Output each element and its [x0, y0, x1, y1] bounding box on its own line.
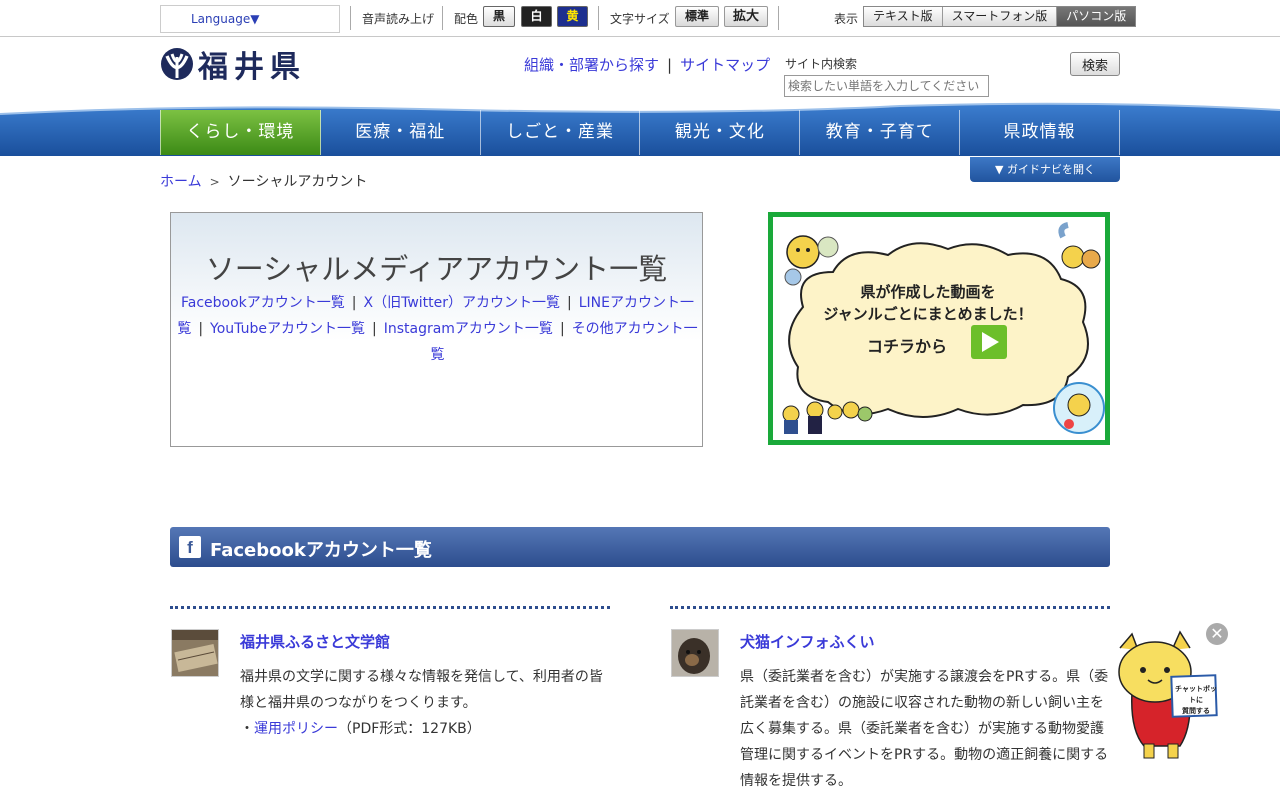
search-button[interactable]: 検索	[1070, 52, 1120, 76]
account-divider	[170, 606, 610, 609]
dog-thumbnail-icon	[672, 630, 718, 676]
site-search-label: サイト内検索	[785, 57, 858, 71]
account-type-links: Facebookアカウント一覧 | X（旧Twitter）アカウント一覧 | LINEア…	[173, 290, 702, 368]
facebook-section-header: f Facebookアカウント一覧	[170, 527, 1110, 567]
chatbot-label-line-1: チャットボットに	[1175, 685, 1217, 704]
facebook-section-title: Facebookアカウント一覧	[210, 540, 432, 561]
font-large-button[interactable]: 拡大	[724, 6, 768, 27]
video-banner[interactable]: 県が作成した動画を ジャンルごとにまとめました！ コチラから	[768, 212, 1110, 445]
language-select[interactable]: Language▼	[160, 5, 340, 33]
banner-line-1: 県が作成した動画を	[860, 283, 996, 301]
guide-nav-button[interactable]: ▼ ガイドナビを開く	[970, 157, 1120, 182]
nav-item-work[interactable]: しごと・産業	[481, 110, 641, 155]
breadcrumb-separator: >	[209, 175, 220, 189]
breadcrumb-current: ソーシャルアカウント	[227, 174, 368, 190]
banner-illustration	[773, 217, 1105, 440]
facebook-icon: f	[179, 536, 201, 558]
breadcrumb-home-link[interactable]: ホーム	[160, 174, 202, 190]
account-policy: ・運用ポリシー（PDF形式：127KB）	[240, 718, 481, 738]
nav-item-education[interactable]: 教育・子育て	[800, 110, 961, 155]
header-links: 組織・部署から探す | サイトマップ	[524, 54, 770, 75]
main-nav: くらし・環境 医療・福祉 しごと・産業 観光・文化 教育・子育て 県政情報	[160, 110, 1120, 155]
link-separator: |	[567, 295, 572, 311]
x-accounts-link[interactable]: X（旧Twitter）アカウント一覧	[364, 295, 561, 311]
chatbot-label-line-2: 質問する	[1182, 707, 1210, 715]
nav-item-living[interactable]: くらし・環境	[160, 110, 321, 155]
view-text-button[interactable]: テキスト版	[864, 7, 943, 26]
site-search-input[interactable]	[784, 75, 989, 97]
account-thumbnail	[171, 629, 219, 677]
logo-text: 福井県	[198, 50, 306, 85]
font-normal-button[interactable]: 標準	[675, 6, 719, 27]
site-logo[interactable]: 福井県	[160, 42, 306, 86]
account-description: 県（委託業者を含む）が実施する譲渡会をPRする。県（委託業者を含む）の施設に収容…	[740, 669, 1109, 789]
banner-line-2: ジャンルごとにまとめました！	[823, 305, 1033, 323]
view-label: 表示	[834, 12, 859, 26]
page-title: ソーシャルメディアアカウント一覧	[205, 252, 668, 286]
link-separator: |	[351, 295, 357, 311]
divider	[442, 6, 443, 30]
utility-bar: Language▼ 音声読み上げ 配色 黒 白 黄 文字サイズ 標準 拡大 表示…	[0, 0, 1280, 37]
color-black-button[interactable]: 黒	[483, 6, 515, 27]
link-separator: |	[559, 321, 565, 337]
policy-link[interactable]: 運用ポリシー	[254, 721, 338, 737]
link-separator: |	[667, 56, 673, 74]
color-scheme-label: 配色	[454, 12, 479, 26]
color-white-button[interactable]: 白	[521, 6, 552, 27]
link-separator: |	[371, 321, 377, 337]
account-name-link[interactable]: 福井県ふるさと文学館	[240, 631, 390, 652]
nav-item-government[interactable]: 県政情報	[960, 110, 1120, 155]
youtube-accounts-link[interactable]: YouTubeアカウント一覧	[210, 321, 365, 337]
account-name-link[interactable]: 犬猫インフォふくい	[740, 631, 875, 652]
divider	[778, 6, 779, 30]
chatbot-label: チャットボットに 質問する	[1174, 684, 1218, 717]
nav-item-medical[interactable]: 医療・福祉	[321, 110, 481, 155]
nav-item-tourism[interactable]: 観光・文化	[640, 110, 801, 155]
policy-bullet: ・	[240, 721, 254, 737]
language-label: Language▼	[191, 12, 260, 26]
facebook-accounts-link[interactable]: Facebookアカウント一覧	[181, 295, 345, 311]
view-pc-button[interactable]: パソコン版	[1057, 7, 1136, 26]
title-panel: ソーシャルメディアアカウント一覧 Facebookアカウント一覧 | X（旧Twit…	[170, 212, 703, 447]
font-size-label: 文字サイズ	[610, 12, 670, 26]
breadcrumb: ホーム > ソーシャルアカウント	[160, 171, 367, 191]
view-smartphone-button[interactable]: スマートフォン版	[942, 7, 1058, 26]
account-divider	[670, 606, 1110, 609]
link-separator: |	[198, 321, 204, 337]
chatbot-close-button[interactable]: ✕	[1206, 623, 1228, 645]
view-mode-group: テキスト版 スマートフォン版 パソコン版	[863, 6, 1137, 27]
banner-cta: コチラから	[867, 337, 948, 356]
instagram-accounts-link[interactable]: Instagramアカウント一覧	[384, 321, 553, 337]
policy-file-info: （PDF形式：127KB）	[338, 721, 481, 737]
banner-text: 県が作成した動画を ジャンルごとにまとめました！	[813, 281, 1043, 325]
voice-reader-link[interactable]: 音声読み上げ	[362, 10, 434, 27]
org-search-link[interactable]: 組織・部署から探す	[524, 56, 659, 74]
account-thumbnail	[671, 629, 719, 677]
color-yellow-button[interactable]: 黄	[557, 6, 588, 27]
literature-museum-thumbnail-icon	[172, 630, 218, 676]
sitemap-link[interactable]: サイトマップ	[680, 56, 770, 74]
prefecture-emblem-icon	[161, 48, 193, 80]
divider	[350, 6, 351, 30]
divider	[598, 6, 599, 30]
account-description: 福井県の文学に関する様々な情報を発信して、利用者の皆様と福井県のつながりをつくり…	[240, 669, 603, 711]
